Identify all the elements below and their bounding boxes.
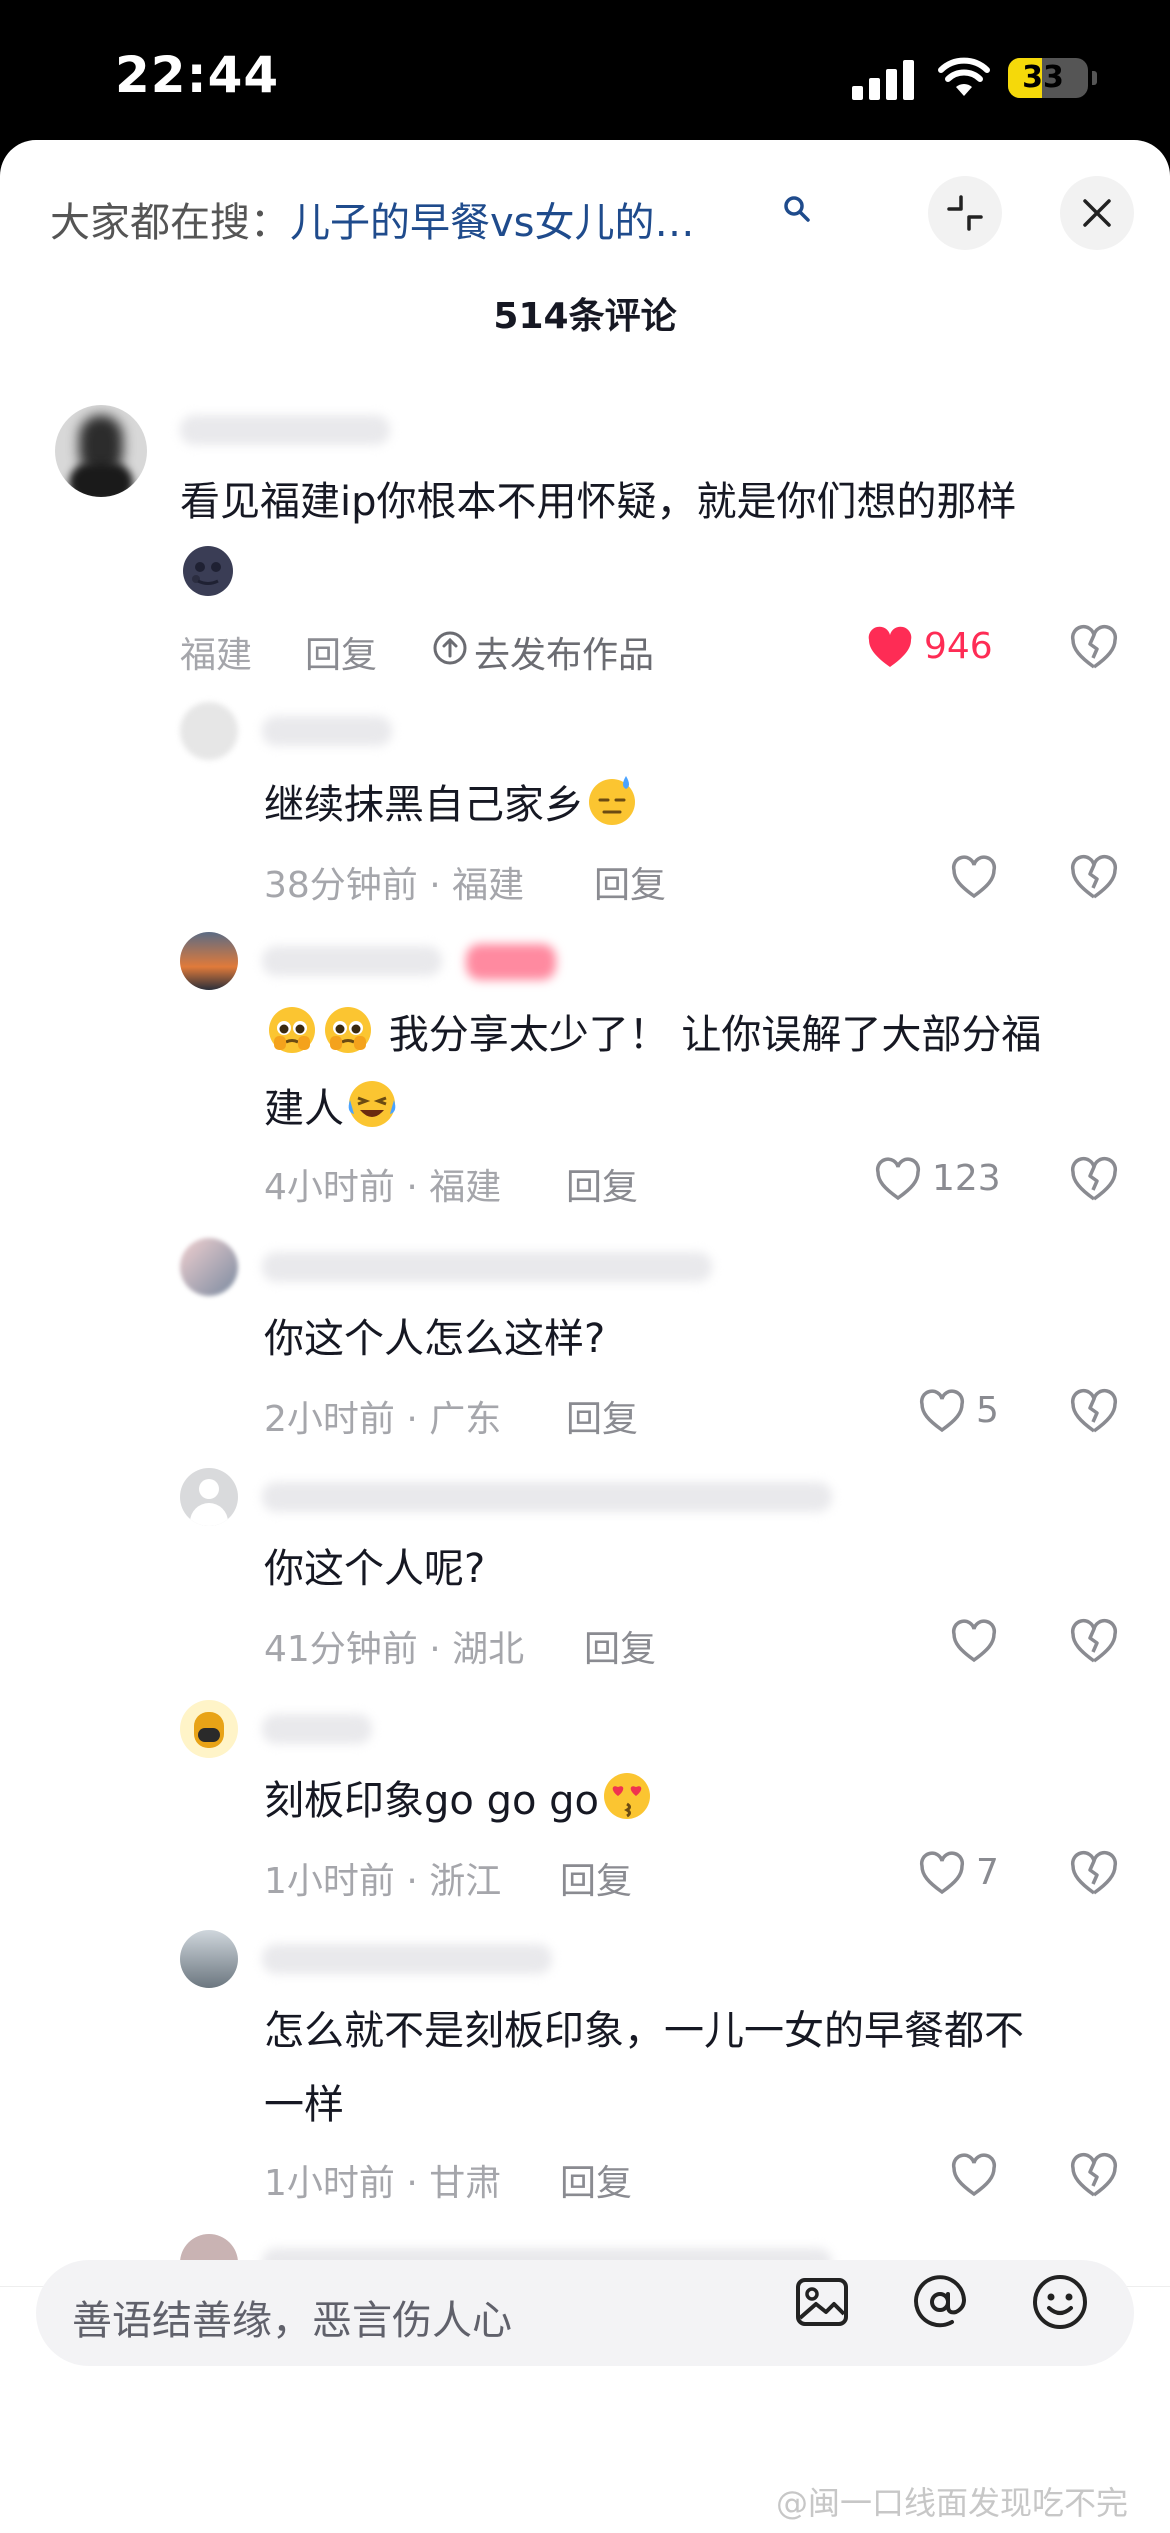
trending-search-label: 大家都在搜： xyxy=(50,200,290,246)
reply-button[interactable]: 回复 xyxy=(594,856,666,908)
heart-filled-icon[interactable] xyxy=(866,624,914,672)
avatar[interactable] xyxy=(180,1930,238,1988)
reply-button[interactable]: 回复 xyxy=(560,1852,632,1904)
mention-icon[interactable] xyxy=(908,2270,972,2334)
comment-input-placeholder: 善语结善缘，恶言伤人心 xyxy=(72,2298,512,2344)
reply-button[interactable]: 回复 xyxy=(560,2154,632,2206)
reply-button[interactable]: 回复 xyxy=(584,1620,656,1672)
dark-moon-face-emoji xyxy=(183,546,233,596)
search-icon[interactable] xyxy=(782,194,812,224)
heart-eyes-kiss-emoji xyxy=(604,1773,651,1819)
like-count: 946 xyxy=(924,626,993,667)
comment-meta: 1小时前 · 甘肃 xyxy=(264,2163,502,2204)
trending-search-query[interactable]: 儿子的早餐vs女儿的… xyxy=(290,200,695,246)
username-blurred[interactable] xyxy=(180,415,390,445)
status-time: 22:44 xyxy=(115,46,280,104)
avatar[interactable] xyxy=(180,932,238,990)
author-badge xyxy=(466,944,556,980)
close-button[interactable] xyxy=(1060,176,1134,250)
comment-text: 你这个人怎么这样? xyxy=(264,1316,606,1362)
broken-heart-icon[interactable] xyxy=(1070,1156,1118,1204)
avatar[interactable] xyxy=(180,702,238,760)
image-icon[interactable] xyxy=(790,2270,854,2334)
heart-outline-icon[interactable] xyxy=(918,1850,966,1898)
collapse-icon xyxy=(947,195,983,231)
avatar[interactable] xyxy=(180,1700,238,1758)
avatar[interactable] xyxy=(180,1238,238,1296)
broken-heart-icon[interactable] xyxy=(1070,1388,1118,1436)
watermark: @闽一口线面发现吃不完 xyxy=(776,2484,1129,2522)
battery-level: 33 xyxy=(1022,60,1064,95)
comment-meta: 38分钟前 · 福建 xyxy=(264,865,525,906)
username-blurred[interactable] xyxy=(262,1482,832,1512)
username-blurred[interactable] xyxy=(262,716,392,746)
pleading-face-emoji xyxy=(325,1007,371,1053)
comment-meta: 41分钟前 · 湖北 xyxy=(264,1629,525,1670)
cellular-signal-icon xyxy=(852,58,916,100)
broken-heart-icon[interactable] xyxy=(1070,854,1118,902)
like-count: 5 xyxy=(976,1390,999,1431)
heart-outline-icon[interactable] xyxy=(874,1156,922,1204)
upload-icon[interactable] xyxy=(432,630,468,666)
status-bar: 22:44 33 xyxy=(0,0,1170,150)
comment-meta: 4小时前 · 福建 xyxy=(264,1167,502,1208)
broken-heart-icon[interactable] xyxy=(1070,624,1118,672)
username-blurred[interactable] xyxy=(262,1714,372,1744)
broken-heart-icon[interactable] xyxy=(1070,2152,1118,2200)
comment-meta: 1小时前 · 浙江 xyxy=(264,1861,502,1902)
heart-outline-icon[interactable] xyxy=(918,1388,966,1436)
collapse-button[interactable] xyxy=(928,176,1002,250)
battery-icon: 33 xyxy=(1008,58,1097,98)
emoji-icon[interactable] xyxy=(1028,2270,1092,2334)
username-blurred[interactable] xyxy=(262,1252,712,1282)
comment-count: 514条评论 xyxy=(493,296,677,337)
sweat-face-emoji xyxy=(589,776,635,825)
comment-meta: 2小时前 · 广东 xyxy=(264,1399,502,1440)
broken-heart-icon[interactable] xyxy=(1070,1618,1118,1666)
comment-text: 刻板印象go go go xyxy=(264,1764,1124,1838)
like-count: 7 xyxy=(976,1852,999,1893)
heart-outline-icon[interactable] xyxy=(950,1618,998,1666)
comment-text: 你这个人呢? xyxy=(264,1546,486,1592)
avatar[interactable] xyxy=(55,405,147,497)
comment-text: 怎么就不是刻板印象，一儿一女的早餐都不 一样 xyxy=(264,2008,1024,2128)
reply-button[interactable]: 回复 xyxy=(305,626,377,678)
heart-outline-icon[interactable] xyxy=(950,854,998,902)
username-blurred[interactable] xyxy=(262,946,442,976)
reply-button[interactable]: 回复 xyxy=(566,1158,638,1210)
reply-button[interactable]: 回复 xyxy=(566,1390,638,1442)
comment-text: 我分享太少了！ 让你误解了大部分福 建人 xyxy=(264,998,1124,1146)
heart-outline-icon[interactable] xyxy=(950,2152,998,2200)
comment-text: 看见福建ip你根本不用怀疑，就是你们想的那样 xyxy=(180,465,1140,613)
laughing-crying-emoji xyxy=(348,1081,396,1127)
pleading-face-emoji xyxy=(269,1007,315,1053)
like-count: 123 xyxy=(932,1158,1001,1199)
broken-heart-icon[interactable] xyxy=(1070,1850,1118,1898)
trending-search[interactable]: 大家都在搜：儿子的早餐vs女儿的… xyxy=(50,190,695,248)
wifi-icon xyxy=(938,57,990,96)
comment-text: 继续抹黑自己家乡 xyxy=(264,768,1124,842)
publish-work-link[interactable]: 去发布作品 xyxy=(474,626,654,678)
username-blurred[interactable] xyxy=(262,1944,552,1974)
comment-location: 福建 xyxy=(180,635,253,676)
default-avatar-icon[interactable] xyxy=(180,1468,238,1526)
close-icon xyxy=(1083,199,1111,227)
